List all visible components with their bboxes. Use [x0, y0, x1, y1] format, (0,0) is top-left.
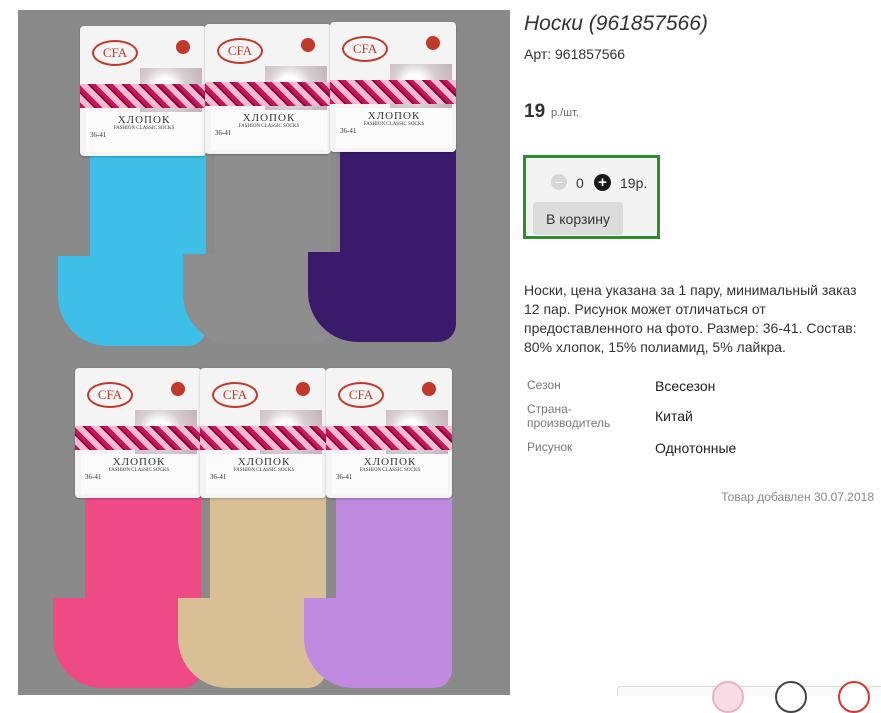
property-value: Однотонные	[655, 440, 737, 456]
action-circle-pink[interactable]	[712, 681, 744, 713]
add-to-cart-button[interactable]: В корзину	[533, 202, 623, 235]
brand-logo: CFA	[87, 382, 133, 408]
card-title: ХЛОПОК	[237, 456, 291, 468]
property-value: Китай	[655, 408, 693, 424]
card-size: 36-41	[90, 131, 107, 139]
price-unit: р./шт.	[551, 107, 579, 119]
card-size: 36-41	[336, 473, 353, 481]
added-date: Товар добавлен 30.07.2018	[721, 490, 874, 504]
brand-logo: CFA	[338, 382, 384, 408]
property-key: Рисунок	[527, 440, 573, 454]
product-description: Носки, цена указана за 1 пару, минимальн…	[524, 282, 857, 355]
property-value: Всесезон	[655, 378, 716, 394]
buy-box: − 0 + 19р. В корзину	[523, 155, 660, 239]
product-photo[interactable]: CFA ХЛОПОК FASHION CLASSIC SOCKS 36-41 CFA ХЛ…	[18, 10, 510, 695]
property-key: Сезон	[527, 378, 561, 392]
quantity-value: 0	[576, 175, 584, 191]
property-key: Страна-производитель	[527, 402, 611, 430]
minus-icon[interactable]: −	[551, 174, 567, 190]
action-circle-red[interactable]	[838, 681, 870, 713]
plaid-pattern	[75, 426, 201, 450]
card-size: 36-41	[215, 129, 232, 137]
plus-icon[interactable]: +	[594, 174, 611, 191]
cotton-icon	[171, 382, 185, 396]
product-article: Арт: 961857566	[524, 46, 626, 62]
action-circle-dark[interactable]	[775, 681, 807, 713]
plaid-pattern	[80, 84, 206, 108]
card-size: 36-41	[340, 127, 357, 135]
card-title: ХЛОПОК	[367, 110, 421, 122]
cotton-icon	[426, 36, 440, 50]
plaid-pattern	[200, 426, 326, 450]
plaid-pattern	[326, 426, 452, 450]
brand-logo: CFA	[217, 38, 263, 64]
card-title: ХЛОПОК	[242, 112, 296, 124]
cotton-icon	[176, 40, 190, 54]
card-title: ХЛОПОК	[117, 114, 171, 126]
plaid-pattern	[205, 82, 331, 106]
brand-logo: CFA	[92, 40, 138, 66]
card-title: ХЛОПОК	[363, 456, 417, 468]
cotton-icon	[301, 38, 315, 52]
card-title: ХЛОПОК	[112, 456, 166, 468]
cotton-icon	[422, 382, 436, 396]
card-size: 36-41	[210, 473, 227, 481]
brand-logo: CFA	[212, 382, 258, 408]
card-size: 36-41	[85, 473, 102, 481]
sum-value: 19р.	[620, 175, 648, 191]
cotton-icon	[296, 382, 310, 396]
product-price: 19	[524, 101, 546, 122]
product-title: Носки (961857566)	[524, 12, 708, 35]
brand-logo: CFA	[342, 36, 388, 62]
plaid-pattern	[330, 80, 456, 104]
